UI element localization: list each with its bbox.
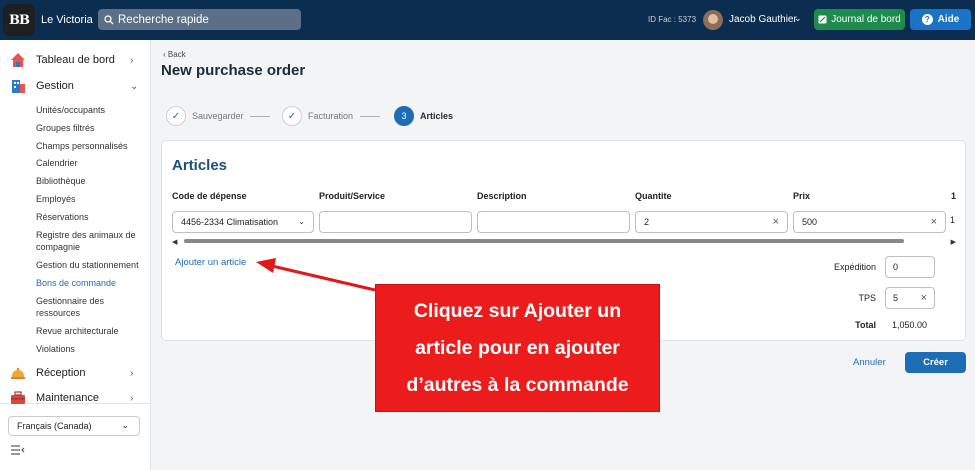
sidebar: Tableau de bord › Gestion ⌄ Unités/occup… — [0, 40, 151, 470]
scroll-right-icon[interactable]: ▶ — [951, 238, 956, 246]
chevron-down-icon: ⌄ — [298, 217, 305, 226]
articles-title: Articles — [172, 157, 228, 174]
column-header: Prix — [793, 191, 811, 201]
top-bar: BB Le Victoria Recherche rapide ID Fac :… — [0, 0, 975, 40]
column-header: 1 — [951, 191, 957, 201]
sidebar-subitem-active[interactable]: Bons de commande — [36, 277, 146, 289]
quantity-field[interactable]: 2 × — [635, 211, 788, 233]
column-header: Code de dépense — [172, 191, 247, 201]
callout-line: d’autres à la commande — [406, 373, 629, 396]
horizontal-scrollbar[interactable]: ◀ ▶ — [172, 238, 956, 246]
sidebar-subitem[interactable]: Unités/occupants — [36, 104, 146, 116]
clear-icon[interactable]: × — [931, 216, 937, 228]
edit-icon — [818, 15, 827, 24]
tps-label: TPS — [858, 293, 876, 303]
step-connector — [360, 116, 380, 117]
sidebar-item-dashboard[interactable]: Tableau de bord › — [0, 48, 151, 72]
expense-code-select[interactable]: 4456-2334 Climatisation ⌄ — [172, 211, 314, 233]
sidebar-subitem[interactable]: Violations — [36, 343, 146, 355]
sidebar-subitem[interactable]: Registre des animaux de compagnie — [36, 229, 146, 253]
sidebar-subitem[interactable]: Revue architecturale — [36, 325, 146, 337]
checkmark-icon: ✓ — [166, 106, 186, 126]
step-articles[interactable]: 3 Articles — [394, 106, 453, 126]
product-field[interactable] — [319, 211, 472, 233]
price-field[interactable]: 500 × — [793, 211, 946, 233]
add-article-link[interactable]: Ajouter un article — [175, 257, 246, 268]
scroll-left-icon[interactable]: ◀ — [172, 238, 177, 246]
sidebar-subitem[interactable]: Calendrier — [36, 157, 146, 169]
user-avatar[interactable] — [703, 10, 723, 30]
facility-id: ID Fac : 5373 — [648, 15, 697, 24]
back-link[interactable]: ‹ Back — [163, 50, 186, 59]
building-icon — [12, 80, 25, 93]
shipping-field[interactable]: 0 — [885, 256, 935, 278]
search-placeholder: Recherche rapide — [118, 13, 209, 26]
collapse-sidebar-icon[interactable] — [11, 445, 25, 455]
chevron-down-icon[interactable]: ⌄ — [794, 13, 802, 24]
column-header: Description — [477, 191, 527, 201]
step-facturation[interactable]: ✓ Facturation — [282, 106, 353, 126]
house-icon — [11, 53, 25, 67]
step-sauvegarder[interactable]: ✓ Sauvegarder — [166, 106, 244, 126]
sidebar-item-gestion[interactable]: Gestion ⌄ — [0, 74, 151, 98]
total-label: Total — [855, 320, 876, 330]
clear-icon[interactable]: × — [773, 216, 779, 228]
sidebar-subitem[interactable]: Bibliothèque — [36, 175, 146, 187]
help-icon: ? — [921, 14, 933, 25]
description-field[interactable] — [477, 211, 630, 233]
annotation-callout: Cliquez sur Ajouter un article pour en a… — [375, 284, 660, 412]
create-button[interactable]: Créer — [905, 352, 966, 373]
journal-button[interactable]: Journal de bord — [814, 9, 905, 30]
checkmark-icon: ✓ — [282, 106, 302, 126]
app-name[interactable]: Le Victoria — [41, 14, 93, 26]
step-connector — [250, 116, 270, 117]
sidebar-subitem[interactable]: Champs personnalisés — [36, 140, 146, 152]
total-value: 1,050.00 — [892, 320, 928, 330]
sidebar-subitem[interactable]: Groupes filtrés — [36, 122, 146, 134]
scrollbar-thumb[interactable] — [184, 239, 904, 243]
toolbox-icon — [11, 391, 25, 404]
callout-line: Cliquez sur Ajouter un — [413, 299, 622, 322]
sidebar-subitem[interactable]: Employés — [36, 193, 146, 205]
bell-icon — [11, 367, 25, 379]
column-header: Quantite — [635, 191, 672, 201]
column-header: Produit/Service — [319, 191, 386, 201]
app-logo[interactable]: BB — [3, 4, 35, 36]
help-button[interactable]: ? Aide — [910, 9, 971, 30]
clear-icon[interactable]: × — [921, 292, 927, 304]
sidebar-item-reception[interactable]: Réception › — [0, 361, 151, 385]
sidebar-subitem[interactable]: Gestionnaire des ressources — [36, 295, 146, 319]
tps-field[interactable]: 5 × — [885, 287, 935, 309]
shipping-label: Expédition — [833, 262, 876, 272]
search-bar[interactable]: Recherche rapide — [98, 9, 301, 30]
step-number: 3 — [394, 106, 414, 126]
chevron-down-icon: ⌄ — [121, 420, 129, 430]
language-select[interactable]: Français (Canada) ⌄ — [8, 416, 140, 436]
search-icon — [104, 14, 114, 24]
user-name[interactable]: Jacob Gauthier — [729, 14, 797, 25]
sidebar-subitem[interactable]: Réservations — [36, 211, 146, 223]
cancel-button[interactable]: Annuler — [853, 357, 886, 368]
sidebar-item-maintenance[interactable]: Maintenance › — [0, 386, 151, 410]
overflow-cell: 1 — [950, 215, 956, 225]
sidebar-subitem[interactable]: Gestion du stationnement — [36, 259, 146, 271]
page-title: New purchase order — [161, 62, 306, 79]
callout-line: article pour en ajouter — [415, 336, 620, 359]
